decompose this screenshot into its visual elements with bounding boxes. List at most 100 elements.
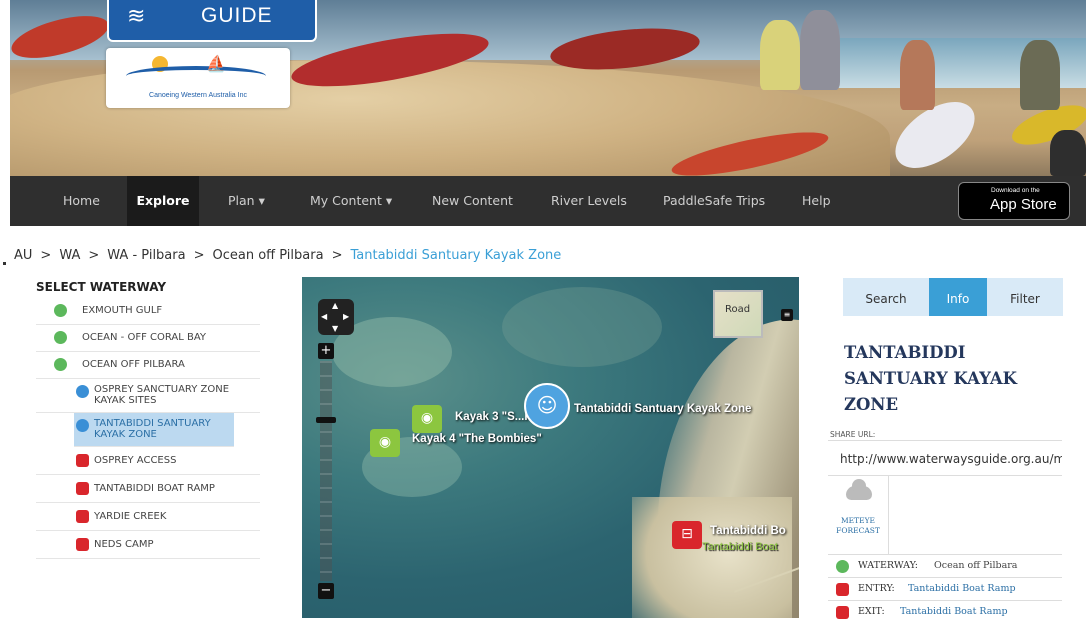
map-layer-road-button[interactable]: Road [713, 290, 763, 338]
kayak-zone-icon [76, 385, 89, 398]
breadcrumb-separator: > [88, 248, 100, 263]
waves-icon: ≋ [127, 4, 146, 29]
app-store-button[interactable]: Download on the App Store [958, 182, 1070, 220]
waterway-title: TANTABIDDI SANTUARY KAYAK ZONE [844, 343, 1018, 414]
swoosh-icon [126, 66, 266, 86]
waterway-item-label: TANTABIDDI SANTUARY KAYAK ZONE [94, 418, 211, 440]
hero-person [1050, 130, 1086, 176]
waterway-item-exmouth-gulf[interactable]: EXMOUTH GULF [36, 298, 260, 325]
info-tabs: Search Info Filter [843, 278, 1063, 316]
bullet-dot [3, 262, 6, 265]
car-icon: ⊟ [681, 526, 693, 542]
camera-icon: ◉ [420, 410, 434, 426]
zoom-slider-track[interactable] [320, 361, 332, 581]
guide-logo-text: GUIDE [201, 4, 273, 27]
waterway-icon [54, 331, 67, 344]
layers-icon[interactable]: ≡ [781, 309, 793, 321]
marker-kayak-4[interactable]: ◉ [370, 429, 400, 457]
marker-sublabel-boat-ramp: Tantabiddi Boat [702, 541, 778, 553]
main-nav: Home Explore Plan ▾ My Content ▾ New Con… [10, 176, 1086, 226]
breadcrumb: AU > WA > WA - Pilbara > Ocean off Pilbara > Tan… [14, 248, 561, 263]
marker-kayak-zone[interactable]: ☺ [524, 383, 570, 429]
waterway-item-label: OCEAN OFF PILBARA [82, 359, 185, 370]
zoom-out-button[interactable]: − [318, 583, 334, 599]
nav-my-content[interactable]: My Content ▾ [310, 176, 392, 226]
meta-key: WATERWAY: [858, 560, 918, 571]
map-pan-control[interactable]: ▲ ▼ ◀ ▶ [318, 299, 354, 335]
tab-filter[interactable]: Filter [987, 278, 1063, 316]
hero-person [760, 20, 800, 90]
waterway-item-osprey-access[interactable]: OSPREY ACCESS [36, 447, 260, 475]
waterway-icon [54, 358, 67, 371]
car-access-icon [76, 482, 89, 495]
meta-key: EXIT: [858, 606, 885, 617]
meta-entry: ENTRY: Tantabiddi Boat Ramp [828, 577, 1062, 600]
waterway-item-ocean-off-pilbara[interactable]: OCEAN OFF PILBARA [36, 352, 260, 379]
waterway-item-tantabiddi-boat-ramp[interactable]: TANTABIDDI BOAT RAMP [36, 475, 260, 503]
breadcrumb-wa[interactable]: WA [59, 248, 80, 263]
nav-explore[interactable]: Explore [127, 176, 199, 226]
meta-waterway: WATERWAY: Ocean off Pilbara [828, 554, 1062, 577]
pan-down-icon[interactable]: ▼ [332, 324, 338, 333]
hero-person [800, 10, 840, 90]
car-access-icon [836, 583, 849, 596]
car-access-icon [76, 454, 89, 467]
paddler-icon: ⛵ [206, 54, 226, 73]
pan-left-icon[interactable]: ◀ [321, 312, 327, 321]
breadcrumb-ocean-off-pilbara[interactable]: Ocean off Pilbara [213, 248, 324, 263]
marker-boat-ramp[interactable]: ⊟ [672, 521, 702, 549]
meta-exit-link[interactable]: Tantabiddi Boat Ramp [900, 601, 1008, 623]
nav-plan[interactable]: Plan ▾ [228, 176, 265, 226]
waterways-guide-logo[interactable]: ≋ GUIDE [107, 0, 317, 42]
meteye-forecast-button[interactable]: METEYE FORECAST [828, 476, 889, 554]
share-url-field[interactable]: http://www.waterwaysguide.org.au/m [828, 440, 1062, 476]
waterway-item-neds-camp[interactable]: NEDS CAMP [36, 531, 260, 559]
breadcrumb-separator: > [40, 248, 52, 263]
waterway-selector-title: SELECT WATERWAY [36, 280, 167, 294]
waterway-icon [836, 560, 849, 573]
marker-label-kayak-4: Kayak 4 "The Bombies" [412, 433, 542, 445]
pan-up-icon[interactable]: ▲ [332, 301, 338, 310]
waterway-item-label: TANTABIDDI BOAT RAMP [94, 483, 215, 494]
breadcrumb-wa-pilbara[interactable]: WA - Pilbara [107, 248, 185, 263]
waterway-item-ocean-off-coral-bay[interactable]: OCEAN - OFF CORAL BAY [36, 325, 260, 352]
nav-river-levels[interactable]: River Levels [551, 176, 627, 226]
nav-help[interactable]: Help [802, 176, 831, 226]
pan-right-icon[interactable]: ▶ [343, 312, 349, 321]
marker-kayak-3[interactable]: ◉ [412, 405, 442, 433]
waterway-item-tantabiddi-santuary[interactable]: TANTABIDDI SANTUARY KAYAK ZONE [74, 413, 234, 447]
waterway-item-label: EXMOUTH GULF [82, 305, 163, 316]
cloud-icon [846, 479, 872, 500]
cwa-logo-text: Canoeing Western Australia Inc [149, 92, 247, 99]
map-beach [632, 497, 792, 618]
cwa-logo[interactable]: ⛵ Canoeing Western Australia Inc [106, 48, 290, 108]
layer-button-label: Road [725, 304, 751, 315]
satellite-map[interactable]: ▲ ▼ ◀ ▶ + − Road ≡ ◉ Kayak 3 "S...ns" ◉ … [302, 277, 799, 618]
meteye-label: METEYE FORECAST [836, 516, 880, 535]
waterway-item-yardie-creek[interactable]: YARDIE CREEK [36, 503, 260, 531]
marker-label-boat-ramp: Tantabiddi Bo [710, 525, 786, 537]
info-panel: Search Info Filter TANTABIDDI SANTUARY K… [828, 278, 1063, 619]
tab-search[interactable]: Search [843, 278, 929, 316]
nav-home[interactable]: Home [63, 176, 100, 226]
tab-info[interactable]: Info [929, 278, 987, 316]
car-access-icon [76, 510, 89, 523]
hero-banner: ≋ GUIDE ⛵ Canoeing Western Australia Inc [10, 0, 1086, 176]
breadcrumb-separator: > [193, 248, 205, 263]
breadcrumb-separator: > [331, 248, 343, 263]
meta-exit: EXIT: Tantabiddi Boat Ramp [828, 600, 1062, 623]
breadcrumb-au[interactable]: AU [14, 248, 32, 263]
waterway-item-label: YARDIE CREEK [94, 511, 167, 522]
zoom-slider-handle[interactable] [316, 417, 336, 423]
meta-value: Ocean off Pilbara [934, 560, 1018, 571]
apple-icon [968, 189, 984, 209]
zoom-in-button[interactable]: + [318, 343, 334, 359]
share-url-label: SHARE URL: [830, 430, 876, 439]
nav-new-content[interactable]: New Content [432, 176, 513, 226]
breadcrumb-current: Tantabiddi Santuary Kayak Zone [350, 248, 562, 263]
meta-entry-link[interactable]: Tantabiddi Boat Ramp [908, 578, 1016, 600]
car-access-icon [76, 538, 89, 551]
nav-paddlesafe-trips[interactable]: PaddleSafe Trips [663, 176, 765, 226]
kayak-zone-icon [76, 419, 89, 432]
waterway-item-osprey-sanctuary-zone[interactable]: OSPREY SANCTUARY ZONE KAYAK SITES [36, 379, 260, 413]
